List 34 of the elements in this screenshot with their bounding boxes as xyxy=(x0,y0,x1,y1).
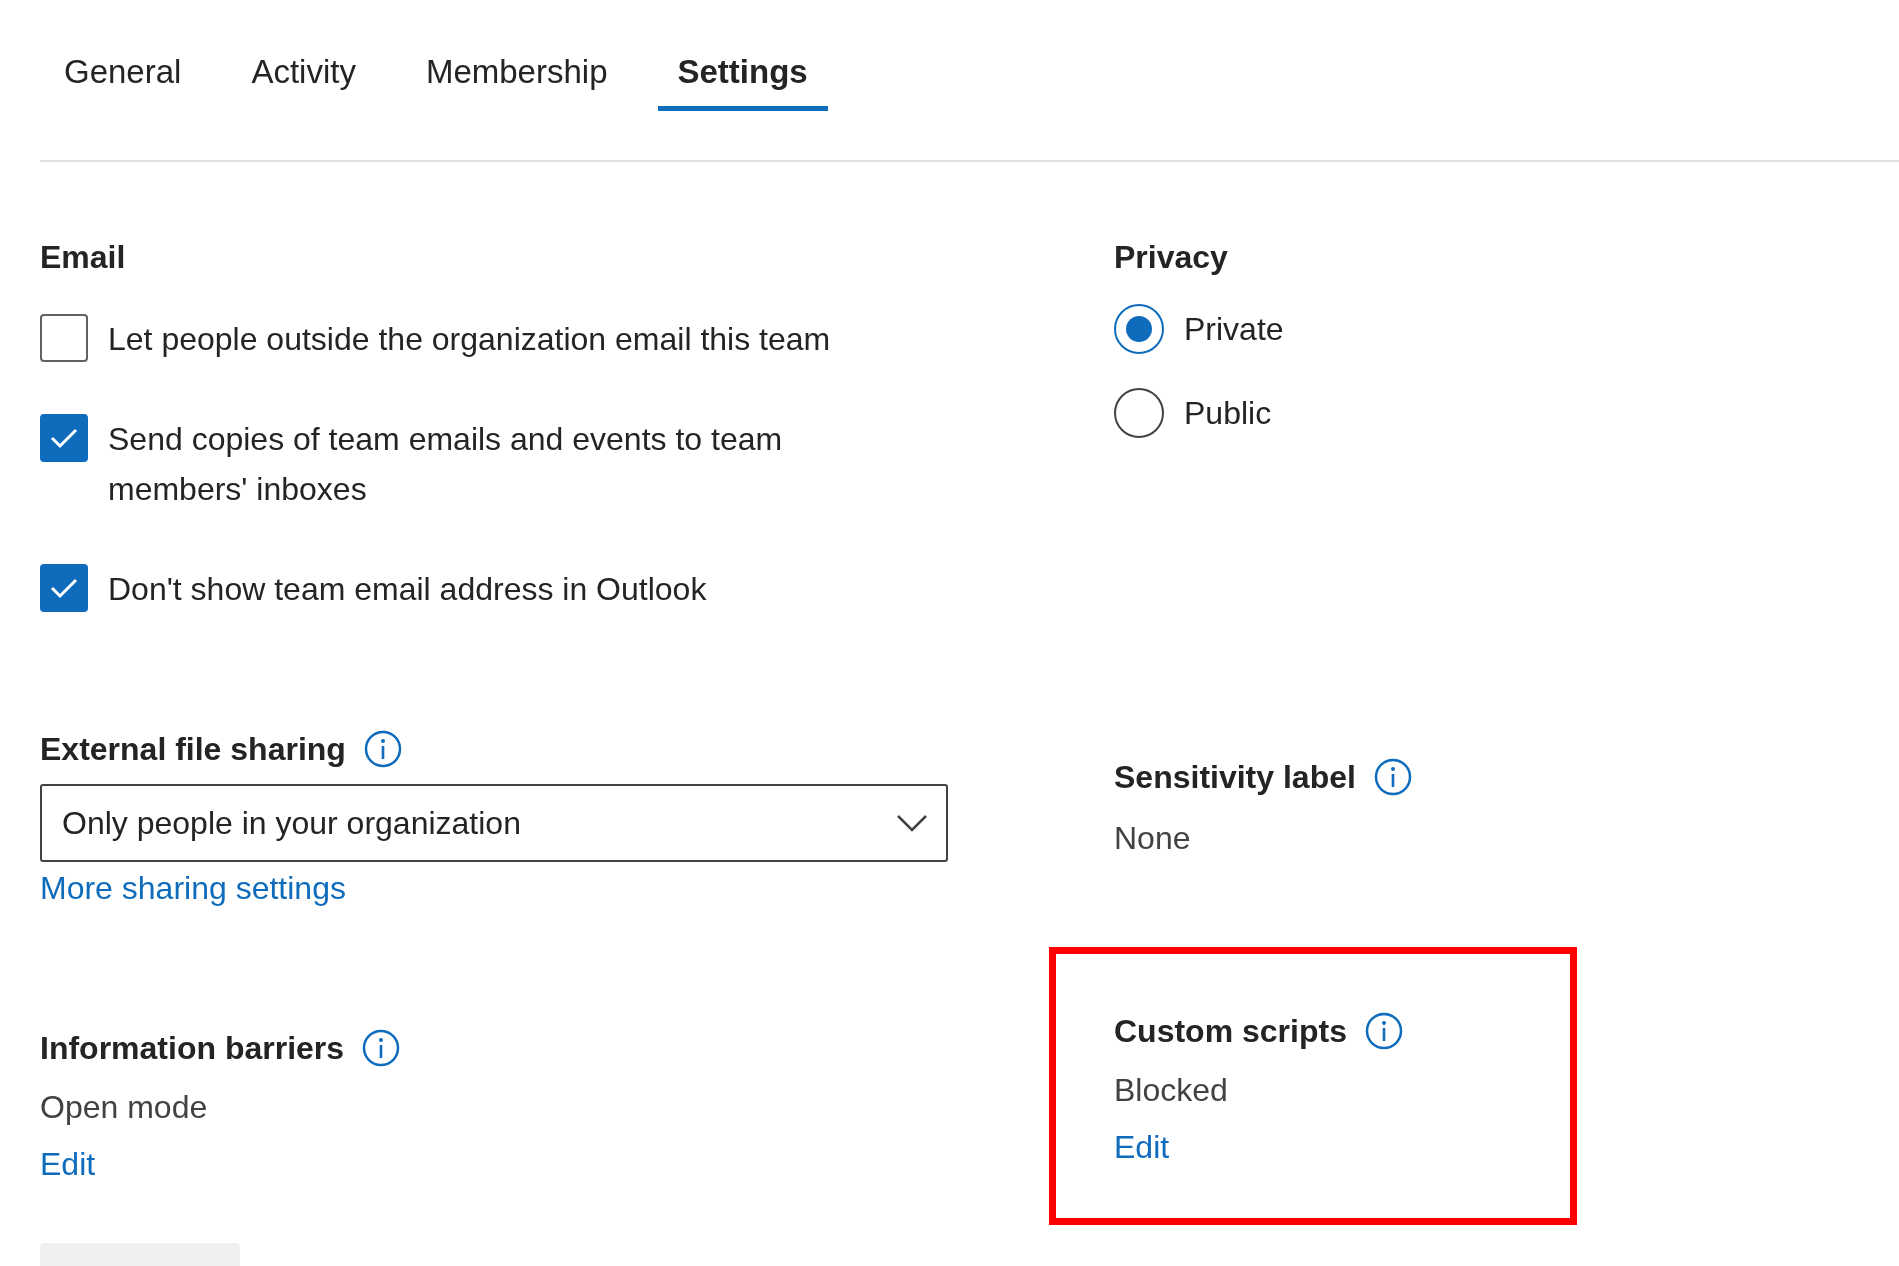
setting-value: Open mode xyxy=(40,1089,209,1126)
checkmark-icon xyxy=(50,427,78,449)
radio-button[interactable] xyxy=(1114,388,1164,438)
radio-label: Public xyxy=(1184,394,1272,433)
checkbox[interactable] xyxy=(40,414,88,462)
checkbox[interactable] xyxy=(40,564,88,612)
tab[interactable]: Settings xyxy=(657,0,828,111)
section-heading: Privacy xyxy=(1114,239,1228,276)
setting-value: Blocked xyxy=(1114,1072,1229,1109)
radio-button[interactable] xyxy=(1114,304,1164,354)
more-sharing-settings-link[interactable]: More sharing settings xyxy=(40,870,346,907)
edit-link[interactable]: Edit xyxy=(1114,1129,1170,1166)
sharing-dropdown[interactable]: Only people in your organization xyxy=(40,784,948,862)
section-heading: Email xyxy=(40,239,126,276)
info-icon[interactable] xyxy=(363,730,402,768)
info-icon[interactable] xyxy=(1364,1012,1403,1050)
tab[interactable]: Activity xyxy=(231,0,376,111)
tab[interactable]: General xyxy=(44,0,202,111)
section-heading: Sensitivity label xyxy=(1114,758,1356,796)
checkbox[interactable] xyxy=(40,314,88,362)
section-heading: External file sharing xyxy=(40,730,346,768)
setting-value: None xyxy=(1114,820,1192,857)
checkbox-label: Let people outside the organization email this team xyxy=(108,320,831,359)
info-icon[interactable] xyxy=(1373,758,1412,796)
checkmark-icon xyxy=(50,577,78,599)
section-heading: Information barriers xyxy=(40,1029,345,1067)
edit-link[interactable]: Edit xyxy=(40,1146,96,1183)
checkbox-label: Send copies of team emails and events to team members' inboxes xyxy=(108,420,784,509)
section-heading: Custom scripts xyxy=(1114,1012,1347,1050)
tab[interactable]: Membership xyxy=(405,0,628,111)
info-icon[interactable] xyxy=(362,1029,401,1067)
checkbox-label: Don't show team email address in Outlook xyxy=(108,570,707,609)
radio-label: Private xyxy=(1184,310,1284,349)
chevron-down-icon xyxy=(896,814,928,832)
